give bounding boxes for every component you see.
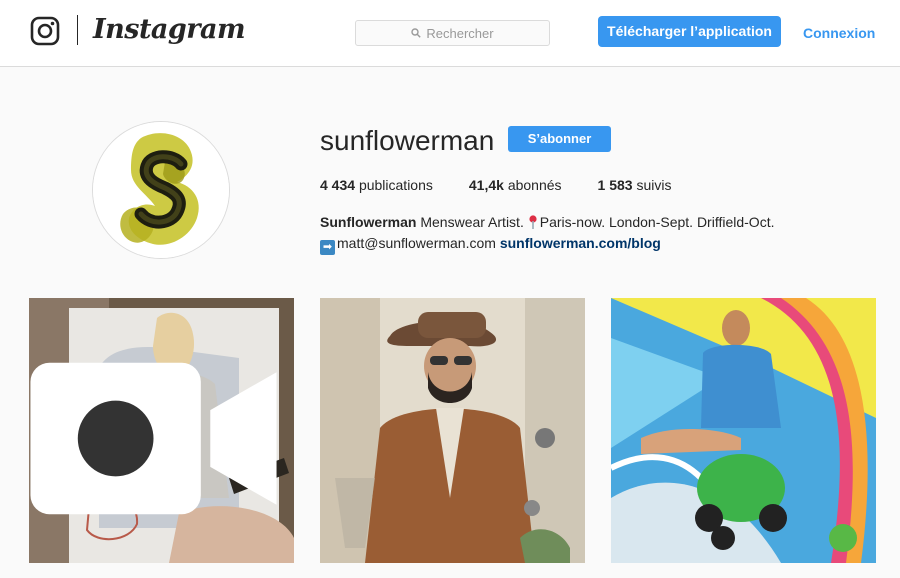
instagram-wordmark[interactable]: Instagram [93,12,246,48]
search-input[interactable]: Rechercher [355,20,550,46]
download-app-button[interactable]: Télécharger l’application [598,16,781,47]
post-thumbnail-1[interactable] [29,298,294,563]
profile-username: sunflowerman [320,125,495,156]
post-thumbnail-3[interactable] [611,298,876,563]
logo-divider [77,15,78,45]
bio-website-link[interactable]: sunflowerman.com/blog [500,235,661,251]
bio-name: Sunflowerman [320,214,417,230]
stat-following-label: suivis [636,177,672,193]
stat-following-value: 1 583 [597,177,633,193]
video-icon [30,362,277,515]
stat-posts: 4 434 publications [320,176,433,194]
bio-locations: Paris-now. London-Sept. Driffield-Oct. [539,214,775,230]
follow-button[interactable]: S’abonner [508,126,611,152]
arrow-right-icon: ➡ [320,240,335,255]
login-link[interactable]: Connexion [803,24,875,42]
profile-avatar[interactable] [92,121,230,259]
bio-line-2: ➡ matt@sunflowerman.com sunflowerman.com/… [320,233,840,255]
top-navigation-bar: Instagram Rechercher Télécharger l’appli… [0,0,900,67]
stat-posts-label: publications [358,177,433,193]
stat-posts-value: 4 434 [320,177,356,193]
post-thumbnail-2[interactable] [320,298,585,563]
profile-bio: Sunflowerman Menswear Artist. Paris-now.… [320,212,840,255]
stat-followers[interactable]: 41,4k abonnés [469,176,562,194]
bio-email: matt@sunflowerman.com [337,235,496,251]
search-icon [411,28,422,38]
bio-line-1: Sunflowerman Menswear Artist. Paris-now.… [320,212,840,233]
profile-stats: 4 434 publications 41,4k abonnés 1 583 s… [320,176,707,194]
stat-followers-value: 41,4k [468,177,504,193]
search-placeholder: Rechercher [426,25,494,41]
location-pin-icon [529,215,537,229]
instagram-camera-icon[interactable] [30,16,60,46]
stat-followers-label: abonnés [507,177,562,193]
bio-description: Menswear Artist. [416,214,528,230]
stat-following[interactable]: 1 583 suivis [598,176,672,194]
post-image-man-hat-painting [320,298,585,563]
post-image-man-racecar-painting [611,298,876,563]
sunflowerman-logo-avatar [93,122,229,258]
